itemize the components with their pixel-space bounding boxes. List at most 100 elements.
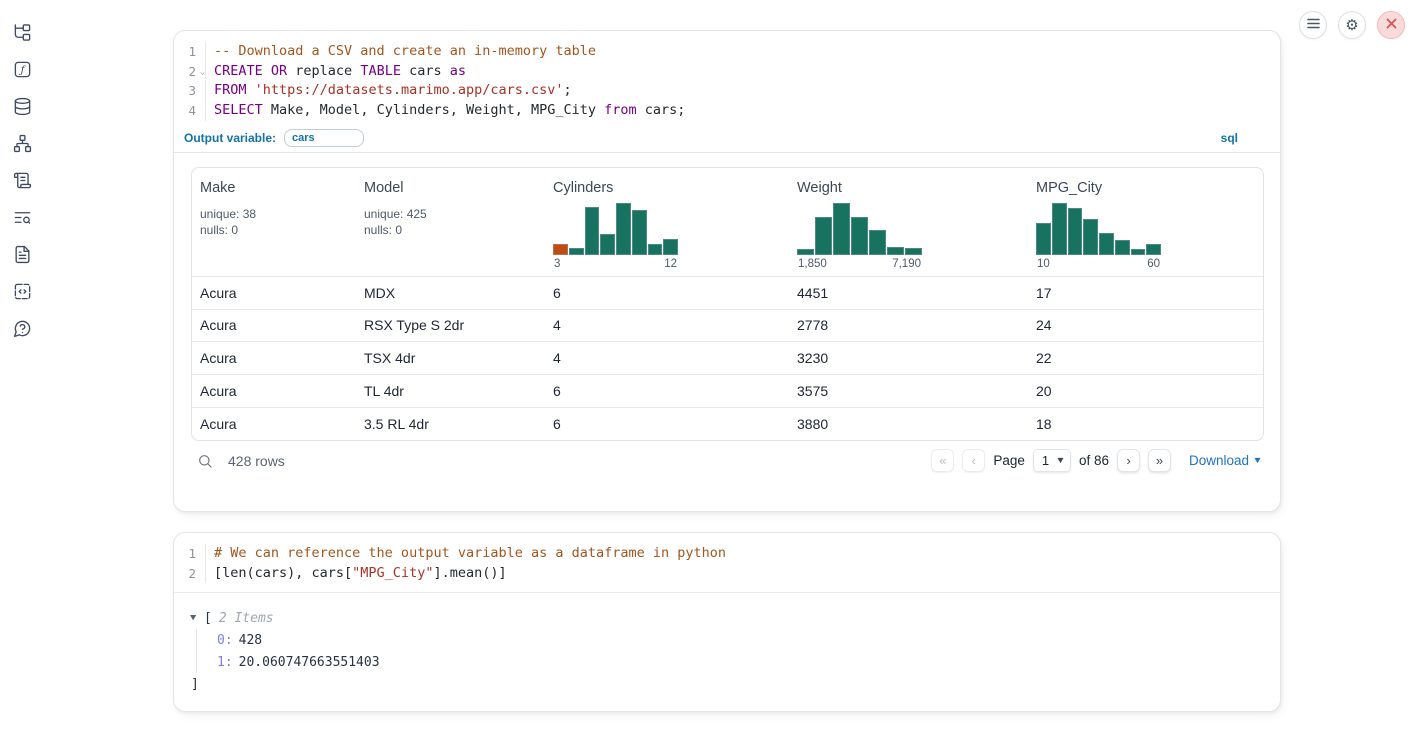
code-line[interactable]: 1 -- Download a CSV and create an in-mem…: [174, 42, 1280, 62]
table-row: Acura 3.5 RL 4dr 6 3880 18: [192, 407, 1263, 440]
table-cell: 4: [545, 317, 789, 333]
page-total-label: of 86: [1079, 453, 1109, 468]
histogram-bar: [869, 230, 886, 255]
page-select[interactable]: 1 ▼: [1033, 449, 1071, 472]
search-icon[interactable]: [197, 452, 215, 470]
function-square-icon[interactable]: ƒ: [12, 59, 32, 79]
histogram-bar: [585, 207, 600, 255]
table-cell: 4451: [789, 285, 1028, 301]
menu-button[interactable]: [1299, 11, 1327, 39]
table-cell: 6: [545, 416, 789, 432]
documentation-icon[interactable]: [12, 244, 32, 264]
table-cell: Acura: [192, 383, 356, 399]
next-page-button[interactable]: ›: [1117, 449, 1140, 472]
svg-text:ƒ: ƒ: [18, 64, 26, 76]
double-chevron-left-icon: «: [939, 454, 946, 467]
table-row: Acura TL 4dr 6 3575 20: [192, 374, 1263, 407]
item-value: 428: [239, 633, 262, 648]
histogram-bar: [797, 249, 814, 255]
column-header-mpg-city[interactable]: MPG_City 1060: [1028, 178, 1263, 276]
list-open-bracket: [: [204, 611, 212, 626]
histogram-bar: [632, 210, 647, 255]
fold-chevron-icon[interactable]: ⌄: [200, 68, 206, 76]
collapse-chevron-icon[interactable]: ▼: [190, 613, 205, 623]
cylinders-histogram: 312: [553, 203, 678, 270]
histogram-bar: [1068, 208, 1083, 255]
column-header-cylinders[interactable]: Cylinders 312: [545, 178, 789, 276]
python-cell-output: ▼ [ 2 Items 0: 428 1: 20.060747663551403…: [174, 593, 1280, 695]
settings-button[interactable]: ⚙: [1338, 11, 1366, 39]
sql-cell: 1 -- Download a CSV and create an in-mem…: [173, 30, 1281, 512]
chevron-right-icon: ›: [1126, 454, 1130, 467]
scroll-logs-icon[interactable]: [12, 170, 32, 190]
double-chevron-right-icon: »: [1156, 454, 1163, 467]
table-cell: 20: [1028, 383, 1263, 399]
code-line[interactable]: 2 [len(cars), cars["MPG_City"].mean()]: [174, 564, 1280, 584]
table-cell: TL 4dr: [356, 383, 545, 399]
last-page-button[interactable]: »: [1148, 449, 1171, 472]
column-header-model[interactable]: Model unique: 425 nulls: 0: [356, 178, 545, 276]
python-comment: # We can reference the output variable a…: [214, 545, 726, 561]
code-line[interactable]: 1 # We can reference the output variable…: [174, 544, 1280, 564]
sql-string: 'https://datasets.marimo.app/cars.csv': [255, 82, 564, 98]
histogram-bar: [648, 244, 663, 255]
code-line[interactable]: 3 FROM 'https://datasets.marimo.app/cars…: [174, 81, 1280, 101]
table-header-row: Make unique: 38 nulls: 0 Model unique: 4…: [192, 168, 1263, 276]
table-cell: Acura: [192, 350, 356, 366]
python-string: "MPG_City": [352, 565, 433, 581]
histogram-bar: [553, 244, 568, 255]
histogram-bar: [600, 234, 615, 255]
line-number: 2⌄: [174, 62, 206, 82]
line-number: 3: [174, 81, 206, 101]
column-header-make[interactable]: Make unique: 38 nulls: 0: [192, 178, 356, 276]
text-search-icon[interactable]: [12, 207, 32, 227]
table-cell: TSX 4dr: [356, 350, 545, 366]
column-header-weight[interactable]: Weight 1,8507,190: [789, 178, 1028, 276]
output-variable-label: Output variable:: [184, 131, 276, 145]
histogram-bar: [663, 239, 678, 255]
table-cell: 3575: [789, 383, 1028, 399]
language-badge: sql: [1221, 131, 1238, 145]
item-index: 1:: [217, 655, 233, 670]
page-label: Page: [993, 453, 1025, 468]
histogram-bar: [569, 248, 584, 255]
sidebar-panel-toggles: ƒ: [0, 0, 44, 338]
mpg-city-histogram: 1060: [1036, 203, 1161, 270]
close-button[interactable]: [1377, 11, 1405, 39]
output-variable-input[interactable]: cars: [284, 129, 364, 147]
python-code-editor[interactable]: 1 # We can reference the output variable…: [174, 533, 1280, 588]
code-line[interactable]: 4 SELECT Make, Model, Cylinders, Weight,…: [174, 101, 1280, 121]
code-line[interactable]: 2⌄ CREATE OR replace TABLE cars as: [174, 62, 1280, 82]
snippets-code-icon[interactable]: [12, 281, 32, 301]
list-item: 1: 20.060747663551403: [217, 651, 1264, 673]
help-chat-icon[interactable]: [12, 318, 32, 338]
histogram-bar: [1099, 233, 1114, 255]
table-cell: MDX: [356, 285, 545, 301]
output-variable-bar: Output variable: cars sql: [174, 126, 1280, 153]
line-number: 1: [174, 544, 206, 564]
histogram-bar: [1052, 203, 1067, 255]
histogram-bar: [1146, 244, 1161, 255]
row-count: 428 rows: [228, 453, 285, 469]
previous-page-button[interactable]: ‹: [962, 449, 985, 472]
line-number: 2: [174, 564, 206, 584]
database-icon[interactable]: [12, 96, 32, 116]
pagination: « ‹ Page 1 ▼ of 86 › » Download ▼: [931, 449, 1262, 472]
download-button[interactable]: Download ▼: [1189, 453, 1262, 468]
table-cell: 3230: [789, 350, 1028, 366]
table-footer: 428 rows « ‹ Page 1 ▼ of 86 › » Download…: [191, 441, 1264, 481]
table-cell: 22: [1028, 350, 1263, 366]
dependency-graph-icon[interactable]: [12, 133, 32, 153]
sql-code-editor[interactable]: 1 -- Download a CSV and create an in-mem…: [174, 31, 1280, 126]
table-cell: 17: [1028, 285, 1263, 301]
histogram-bar: [1083, 219, 1098, 255]
table-row: Acura RSX Type S 2dr 4 2778 24: [192, 309, 1263, 342]
table-cell: 3880: [789, 416, 1028, 432]
line-number: 1: [174, 42, 206, 62]
file-tree-icon[interactable]: [12, 22, 32, 42]
table-cell: RSX Type S 2dr: [356, 317, 545, 333]
items-count-label: 2 Items: [219, 611, 274, 626]
histogram-bar: [851, 217, 868, 255]
first-page-button[interactable]: «: [931, 449, 954, 472]
table-cell: Acura: [192, 285, 356, 301]
